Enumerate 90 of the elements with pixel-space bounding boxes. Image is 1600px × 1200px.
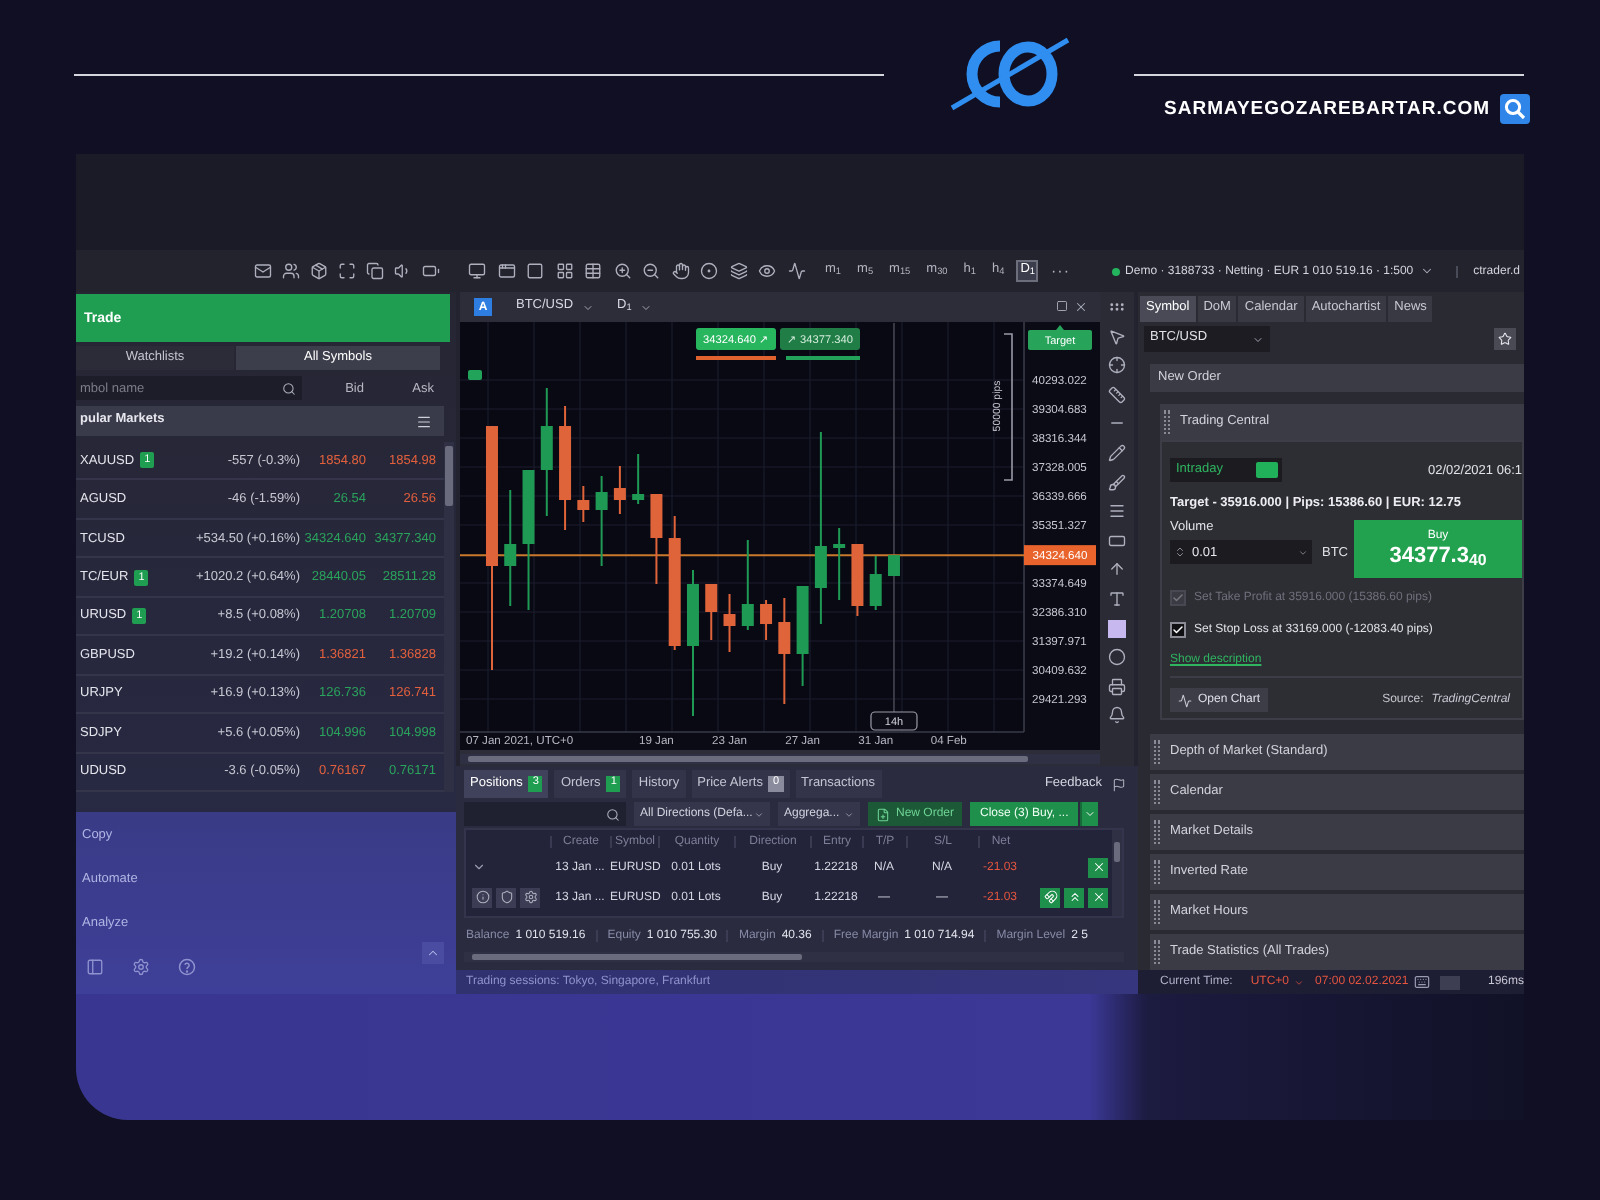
search-icon[interactable] — [606, 807, 620, 821]
caret-icon[interactable] — [844, 809, 854, 819]
candle — [668, 515, 681, 651]
chevron-icon[interactable] — [472, 860, 486, 874]
hand-icon[interactable] — [671, 262, 689, 280]
candle — [540, 387, 553, 517]
grip-icon[interactable] — [1154, 740, 1160, 764]
grip-icon[interactable] — [1154, 940, 1160, 964]
more-button[interactable]: ··· — [1050, 263, 1070, 279]
caret-icon[interactable] — [581, 301, 594, 313]
rectangle-icon[interactable] — [1108, 531, 1126, 550]
zoom-out-icon[interactable] — [642, 262, 660, 280]
expand-icon[interactable] — [338, 262, 356, 280]
table-icon[interactable] — [584, 262, 602, 280]
lines-icon[interactable] — [1108, 502, 1126, 521]
candle — [741, 539, 754, 631]
bell-icon[interactable] — [1108, 706, 1126, 725]
candle — [504, 489, 517, 607]
color-swatch-icon[interactable] — [1108, 619, 1126, 638]
people-icon[interactable] — [282, 262, 300, 280]
help-icon[interactable] — [178, 957, 196, 975]
close-icon[interactable] — [1074, 300, 1088, 314]
grip-icon[interactable] — [1154, 780, 1160, 804]
chart-icon[interactable] — [1178, 693, 1192, 707]
caret-icon[interactable] — [1298, 547, 1308, 557]
candle — [595, 475, 608, 567]
caret-icon[interactable] — [639, 301, 652, 313]
search-icon[interactable] — [282, 381, 296, 395]
printer-icon[interactable] — [1108, 677, 1126, 696]
panel-icon[interactable] — [86, 957, 104, 975]
scrollbar[interactable] — [1112, 830, 1122, 916]
checkbox[interactable] — [1170, 622, 1186, 638]
layers-icon[interactable] — [729, 262, 747, 280]
scrollbar[interactable] — [444, 442, 454, 792]
candle — [613, 465, 626, 515]
caret-icon[interactable] — [754, 809, 764, 819]
candle — [650, 493, 663, 585]
candle — [869, 555, 882, 611]
candle — [559, 405, 572, 531]
monitor-icon[interactable] — [468, 262, 486, 280]
window-icon[interactable] — [497, 262, 515, 280]
candle — [723, 593, 736, 653]
candle — [760, 599, 773, 641]
target-icon[interactable] — [700, 262, 718, 280]
dropdown-button[interactable] — [1080, 802, 1099, 826]
package-icon[interactable] — [310, 262, 328, 280]
grip-icon[interactable] — [1154, 820, 1160, 844]
grip-icon[interactable] — [1154, 900, 1160, 924]
cursor-icon[interactable] — [1108, 327, 1126, 346]
square-icon[interactable] — [526, 262, 544, 280]
candle — [833, 527, 846, 601]
settings-icon[interactable] — [132, 957, 150, 975]
candle — [577, 485, 590, 523]
pulse-icon[interactable] — [787, 262, 805, 280]
mail-icon[interactable] — [254, 262, 272, 280]
eye-icon[interactable] — [758, 262, 776, 280]
grip-icon[interactable] — [1164, 410, 1170, 434]
caret-icon[interactable] — [1252, 333, 1264, 345]
candle — [522, 469, 535, 611]
toggle-icon[interactable] — [1440, 975, 1461, 989]
restore-icon[interactable] — [1056, 300, 1068, 312]
text-icon[interactable] — [1108, 589, 1126, 608]
site-name[interactable]: SARMAYEGOZAREBARTAR.COM — [1164, 98, 1490, 120]
caret-icon[interactable] — [1419, 264, 1434, 278]
menu-icon[interactable] — [416, 413, 432, 429]
search-icon[interactable] — [1500, 94, 1530, 124]
scrollbar[interactable] — [460, 753, 1100, 763]
candle — [778, 597, 791, 705]
candle — [705, 583, 718, 641]
grip-icon[interactable] — [1154, 860, 1160, 884]
brush-icon[interactable] — [1108, 473, 1126, 492]
grid-icon[interactable] — [555, 262, 573, 280]
grip-icon[interactable] — [1108, 298, 1126, 316]
marker-icon — [468, 370, 482, 380]
zoom-in-icon[interactable] — [613, 262, 631, 280]
ruler-icon[interactable] — [1108, 385, 1126, 404]
pencil-icon[interactable] — [1108, 443, 1126, 462]
battery-icon[interactable] — [422, 262, 440, 280]
arrow-icon[interactable] — [1108, 560, 1126, 579]
candle — [632, 453, 645, 505]
document-plus-icon[interactable] — [876, 807, 890, 821]
keyboard-icon[interactable] — [1414, 974, 1431, 990]
search-field[interactable] — [464, 802, 626, 826]
copy-icon[interactable] — [366, 262, 384, 280]
candle — [851, 543, 864, 617]
crosshair-icon[interactable] — [1108, 356, 1126, 375]
flag-icon[interactable] — [1112, 777, 1126, 791]
circle-icon[interactable] — [1108, 648, 1126, 667]
candle — [796, 585, 809, 687]
speaker-icon[interactable] — [394, 262, 412, 280]
